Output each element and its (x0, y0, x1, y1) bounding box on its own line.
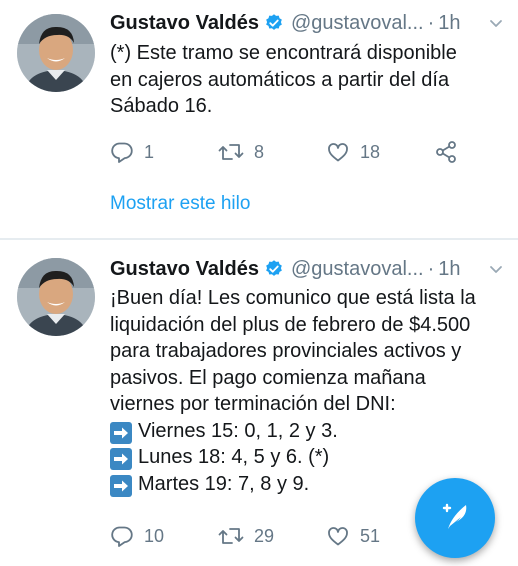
list-item-text: Viernes 15: 0, 1, 2 y 3. (138, 419, 338, 442)
tweet-actions: 10 29 51 (110, 524, 434, 548)
retweet-icon (218, 140, 244, 164)
like-count: 18 (360, 141, 381, 162)
compose-tweet-icon (435, 496, 475, 541)
tweet-timestamp[interactable]: 1h (438, 258, 460, 281)
chevron-down-icon[interactable] (488, 15, 504, 31)
avatar-photo (17, 258, 95, 336)
retweet-button[interactable]: 8 (218, 140, 326, 164)
tweet-text-line: en cajeros automáticos a partir del día (110, 68, 450, 91)
heart-icon (326, 524, 350, 548)
author-handle[interactable]: @gustavoval... (291, 258, 424, 281)
tweet-text: (*) Este tramo se encontrará disponible … (110, 40, 504, 120)
separator-dot: · (427, 11, 435, 34)
right-arrow-emoji-icon (110, 474, 132, 497)
reply-count: 10 (144, 525, 165, 546)
tweet-text-line: para trabajadores provinciales activos y (110, 340, 462, 362)
verified-badge-icon (264, 259, 284, 279)
tweet-1[interactable]: Gustavo Valdés @gustavoval... · 1h (*) E… (0, 0, 518, 238)
retweet-icon (218, 524, 244, 548)
tweet-text-line: (*) Este tramo se encontrará disponible (110, 42, 457, 64)
reply-icon (110, 140, 134, 164)
retweet-count: 29 (254, 525, 275, 546)
verified-badge-icon (264, 13, 284, 33)
tweet-text: ¡Buen día! Les comunico que está lista l… (110, 285, 504, 497)
share-icon (434, 140, 458, 164)
list-item-text: Lunes 18: 4, 5 y 6. (*) (138, 446, 330, 468)
retweet-count: 8 (254, 141, 265, 162)
tweet-text-line: viernes por terminación del DNI: (110, 393, 396, 415)
tweet-actions: 1 8 18 (110, 140, 458, 164)
avatar-photo (17, 14, 95, 92)
reply-icon (110, 524, 134, 548)
tweet-text-line: liquidación del plus de febrero de $4.50… (110, 313, 471, 336)
compose-tweet-button[interactable] (415, 478, 495, 558)
tweet-text-line: ¡Buen día! Les comunico que está lista l… (110, 287, 476, 309)
tweet-timestamp[interactable]: 1h (438, 12, 460, 35)
right-arrow-emoji-icon (110, 448, 132, 470)
tweet-text-line: pasivos. El pago comienza mañana (110, 366, 426, 389)
heart-icon (326, 140, 350, 164)
right-arrow-emoji-icon (110, 421, 132, 444)
list-item: Viernes 15: 0, 1, 2 y 3. (110, 418, 504, 445)
avatar[interactable] (17, 14, 95, 92)
list-item: Lunes 18: 4, 5 y 6. (*) (110, 444, 504, 471)
author-name[interactable]: Gustavo Valdés (110, 258, 259, 281)
retweet-button[interactable]: 29 (218, 524, 326, 548)
separator-dot: · (427, 257, 435, 280)
avatar[interactable] (17, 258, 95, 336)
reply-count: 1 (144, 141, 155, 162)
tweet-header: Gustavo Valdés @gustavoval... · 1h (110, 8, 504, 38)
like-count: 51 (360, 525, 381, 546)
share-button[interactable] (434, 140, 458, 164)
reply-button[interactable]: 10 (110, 524, 218, 548)
tweet-header: Gustavo Valdés @gustavoval... · 1h (110, 254, 504, 284)
chevron-down-icon[interactable] (488, 261, 504, 277)
author-name[interactable]: Gustavo Valdés (110, 12, 259, 35)
like-button[interactable]: 18 (326, 140, 434, 164)
list-item-text: Martes 19: 7, 8 y 9. (138, 472, 310, 495)
show-thread-link[interactable]: Mostrar este hilo (110, 193, 250, 215)
author-handle[interactable]: @gustavoval... (291, 12, 424, 35)
reply-button[interactable]: 1 (110, 140, 218, 164)
tweet-text-line: Sábado 16. (110, 95, 213, 117)
